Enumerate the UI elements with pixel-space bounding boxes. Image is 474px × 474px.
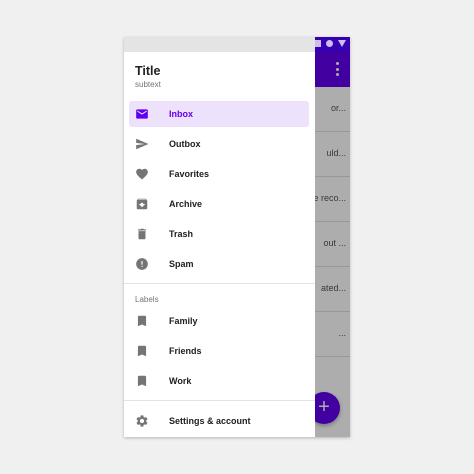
nav-item-label: Family xyxy=(169,316,198,326)
navigation-drawer: Title subtext Inbox Outbox Favorites Arc… xyxy=(124,37,315,437)
labels-heading: Labels xyxy=(135,295,159,304)
nav-item-label: Trash xyxy=(169,229,194,239)
nav-item-label: Inbox xyxy=(169,109,193,119)
status-triangle-icon xyxy=(338,40,346,47)
nav-item-label: Outbox xyxy=(169,139,201,149)
nav-item-label: Favorites xyxy=(169,169,210,179)
nav-item-settings[interactable]: Settings & account xyxy=(129,408,309,434)
nav-item-work[interactable]: Work xyxy=(129,368,309,394)
nav-item-label: Spam xyxy=(169,259,194,269)
nav-item-label: Work xyxy=(169,376,192,386)
nav-item-archive[interactable]: Archive xyxy=(129,191,309,217)
divider xyxy=(124,400,315,401)
gear-icon xyxy=(135,414,149,428)
nav-item-label: Settings & account xyxy=(169,416,251,426)
heart-icon xyxy=(135,167,149,181)
nav-item-spam[interactable]: Spam xyxy=(129,251,309,277)
spam-icon xyxy=(135,257,149,271)
archive-icon xyxy=(135,197,149,211)
nav-item-outbox[interactable]: Outbox xyxy=(129,131,309,157)
drawer-status-bar xyxy=(124,37,315,52)
bookmark-icon xyxy=(135,314,149,328)
nav-item-label: Friends xyxy=(169,346,202,356)
bookmark-icon xyxy=(135,344,149,358)
nav-item-friends[interactable]: Friends xyxy=(129,338,309,364)
mail-icon xyxy=(135,107,149,121)
nav-item-favorites[interactable]: Favorites xyxy=(129,161,309,187)
nav-item-label: Archive xyxy=(169,199,203,209)
send-icon xyxy=(135,137,149,151)
nav-item-inbox[interactable]: Inbox xyxy=(129,101,309,127)
divider xyxy=(124,283,315,284)
status-circle-icon xyxy=(326,40,333,47)
trash-icon xyxy=(135,227,149,241)
nav-item-trash[interactable]: Trash xyxy=(129,221,309,247)
status-square-icon xyxy=(314,40,321,47)
nav-item-family[interactable]: Family xyxy=(129,308,309,334)
drawer-subtext: subtext xyxy=(135,80,161,89)
bookmark-icon xyxy=(135,374,149,388)
phone-screen: or... uld... e reco... out ... ated... .… xyxy=(124,37,350,437)
drawer-title: Title xyxy=(135,64,161,78)
